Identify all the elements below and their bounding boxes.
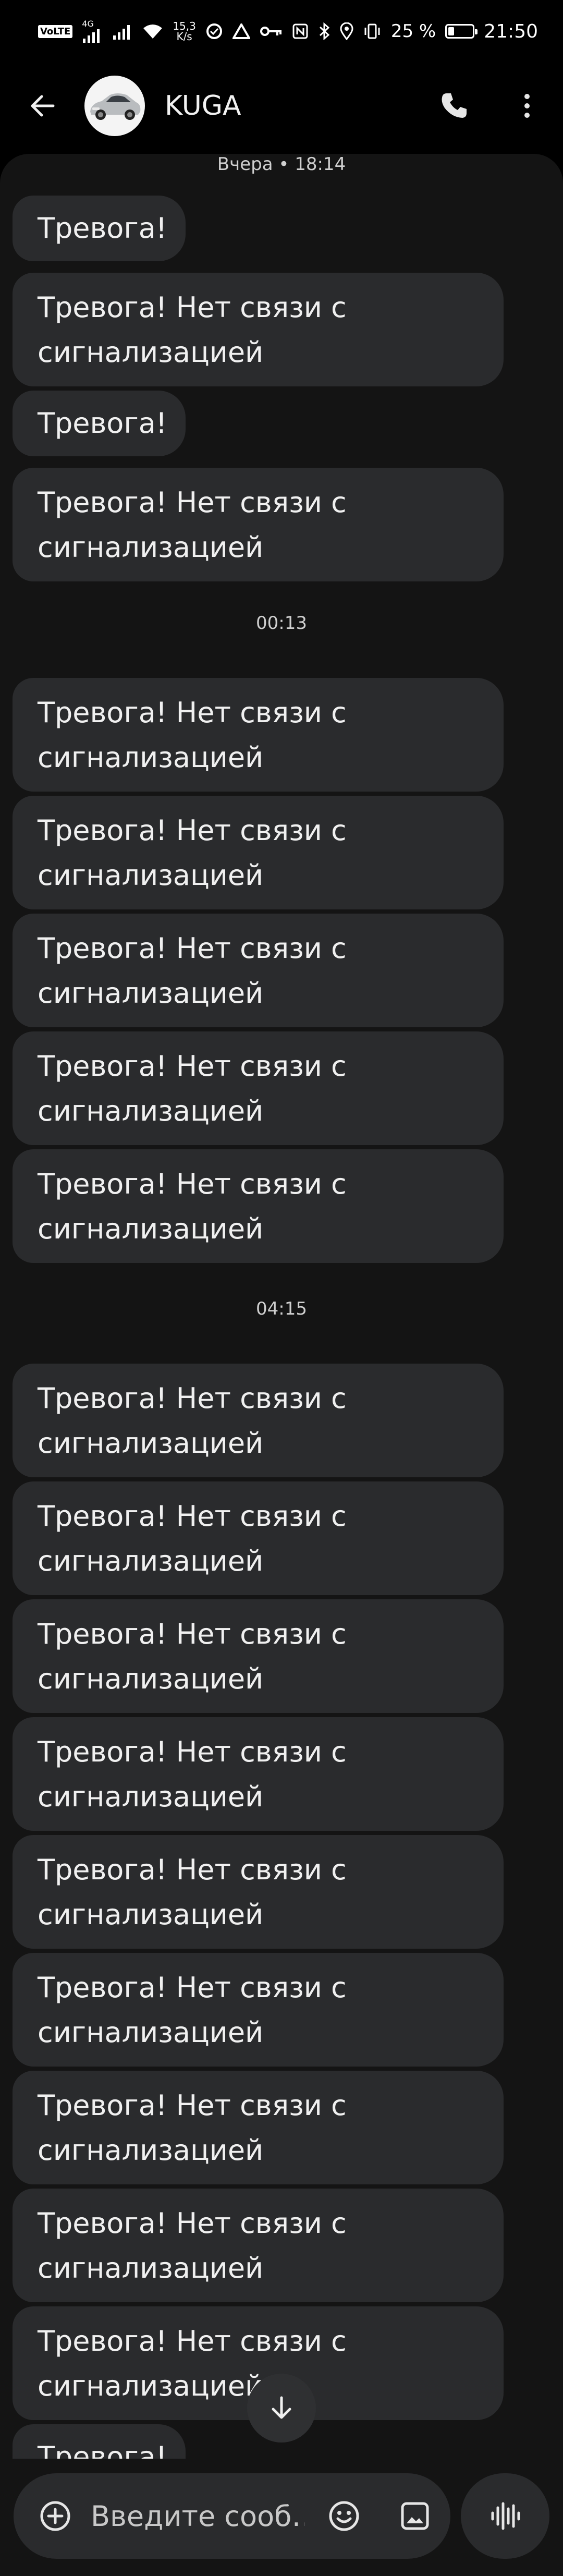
message-text: Тревога! Нет связи с сигнализацией: [38, 1971, 347, 2049]
vibrate-icon: [363, 20, 382, 43]
clock: 21:50: [484, 20, 538, 42]
emoji-button[interactable]: [323, 2495, 365, 2537]
volte-icon: VoLTE: [38, 20, 73, 43]
message-bubble[interactable]: Тревога! Нет связи с сигнализацией: [13, 2189, 504, 2302]
message-text: Тревога! Нет связи с сигнализацией: [38, 1382, 347, 1460]
message-text: Тревога! Нет связи с сигнализацией: [38, 932, 347, 1010]
timestamp-divider: 00:13: [256, 613, 307, 634]
message-bubble[interactable]: Тревога! Нет связи с сигнализацией: [13, 1599, 504, 1713]
mobile-data-icon: [232, 20, 250, 43]
emoji-icon: [329, 2501, 359, 2531]
compose-bar: Введите сооб…: [0, 2459, 563, 2576]
battery-icon: [445, 20, 478, 43]
data-saver-icon: [205, 20, 223, 43]
timestamp-divider: 04:15: [256, 1298, 307, 1319]
add-circle-icon: [40, 2501, 70, 2531]
wifi-icon: [142, 20, 163, 43]
message-text: Тревога! Нет связи с сигнализацией: [38, 291, 347, 369]
message-input[interactable]: Введите сооб…: [91, 2500, 304, 2533]
battery-fill: [448, 27, 455, 35]
signal-icon: [112, 20, 133, 43]
message-text: Тревога! Нет связи с сигнализацией: [38, 2089, 347, 2167]
message-text: Тревога! Нет связи с сигнализацией: [38, 1618, 347, 1695]
conversation-header: KUGA: [0, 63, 563, 149]
message-bubble[interactable]: Тревога! Нет связи с сигнализацией: [13, 1364, 504, 1477]
location-icon: [340, 20, 353, 43]
gallery-button[interactable]: [394, 2495, 436, 2537]
bluetooth-icon: [318, 20, 331, 43]
message-text: Тревога! Нет связи с сигнализацией: [38, 1168, 347, 1245]
message-bubble[interactable]: Тревога! Нет связи с сигнализацией: [13, 1835, 504, 1949]
message-bubble[interactable]: Тревога! Нет связи с сигнализацией: [13, 1149, 504, 1263]
message-text: Тревога! Нет связи с сигнализацией: [38, 1853, 347, 1931]
back-arrow-icon: [31, 95, 55, 116]
message-text: Тревога! Нет связи с сигнализацией: [38, 1500, 347, 1577]
message-bubble[interactable]: Тревога!: [13, 391, 186, 456]
car-avatar: [90, 93, 141, 120]
message-bubble[interactable]: Тревога! Нет связи с сигнализацией: [13, 273, 504, 386]
message-text: Тревога!: [38, 407, 167, 440]
message-text: Тревога!: [38, 212, 167, 245]
message-bubble[interactable]: Тревога! Нет связи с сигнализацией: [13, 1031, 504, 1145]
scroll-to-bottom-button[interactable]: [247, 2374, 316, 2443]
phone-icon: [442, 93, 467, 118]
message-text: Тревога! Нет связи с сигнализацией: [38, 696, 347, 774]
message-bubble[interactable]: Тревога! Нет связи с сигнализацией: [13, 678, 504, 792]
message-bubble[interactable]: Тревога! Нет связи с сигнализацией: [13, 914, 504, 1027]
message-text: Тревога! Нет связи с сигнализацией: [38, 814, 347, 892]
message-text: Тревога!: [38, 2440, 167, 2459]
back-button[interactable]: [22, 85, 64, 127]
contact-name[interactable]: KUGA: [165, 90, 431, 121]
status-bar: VoLTE 4G 15,3 K/s 25 % 21:50: [0, 0, 563, 63]
message-list[interactable]: Вчера • 18:14 Тревога! Тревога! Нет связи …: [0, 154, 563, 2459]
message-bubble[interactable]: Тревога!: [13, 196, 186, 261]
signal-icon: 4G: [82, 20, 103, 43]
message-text: Тревога! Нет связи с сигнализацией: [38, 486, 347, 564]
add-attachment-button[interactable]: [34, 2495, 76, 2537]
message-text: Тревога! Нет связи с сигнализацией: [38, 1050, 347, 1127]
vpn-key-icon: [260, 20, 283, 43]
message-text: Тревога! Нет связи с сигнализацией: [38, 2207, 347, 2285]
call-button[interactable]: [431, 82, 478, 129]
more-options-button[interactable]: [504, 82, 550, 129]
avatar[interactable]: [84, 75, 145, 136]
arrow-down-icon: [272, 2396, 291, 2419]
voice-message-button[interactable]: [461, 2473, 549, 2559]
battery-percent: 25 %: [390, 21, 436, 42]
message-bubble[interactable]: Тревога!: [13, 2424, 186, 2459]
message-bubble[interactable]: Тревога! Нет связи с сигнализацией: [13, 1717, 504, 1831]
gallery-icon: [401, 2502, 429, 2530]
message-bubble[interactable]: Тревога! Нет связи с сигнализацией: [13, 468, 504, 581]
message-bubble[interactable]: Тревога! Нет связи с сигнализацией: [13, 796, 504, 909]
message-bubble[interactable]: Тревога! Нет связи с сигнализацией: [13, 1953, 504, 2067]
message-text: Тревога! Нет связи с сигнализацией: [38, 1735, 347, 1813]
nfc-icon: [292, 20, 309, 43]
message-bubble[interactable]: Тревога! Нет связи с сигнализацией: [13, 1481, 504, 1595]
voice-wave-icon: [491, 2502, 520, 2530]
compose-field: Введите сооб…: [14, 2473, 450, 2559]
more-vert-icon: [524, 93, 530, 118]
timestamp-divider: Вчера • 18:14: [217, 154, 346, 175]
message-bubble[interactable]: Тревога! Нет связи с сигнализацией: [13, 2071, 504, 2184]
speed-indicator: 15,3 K/s: [173, 20, 196, 43]
